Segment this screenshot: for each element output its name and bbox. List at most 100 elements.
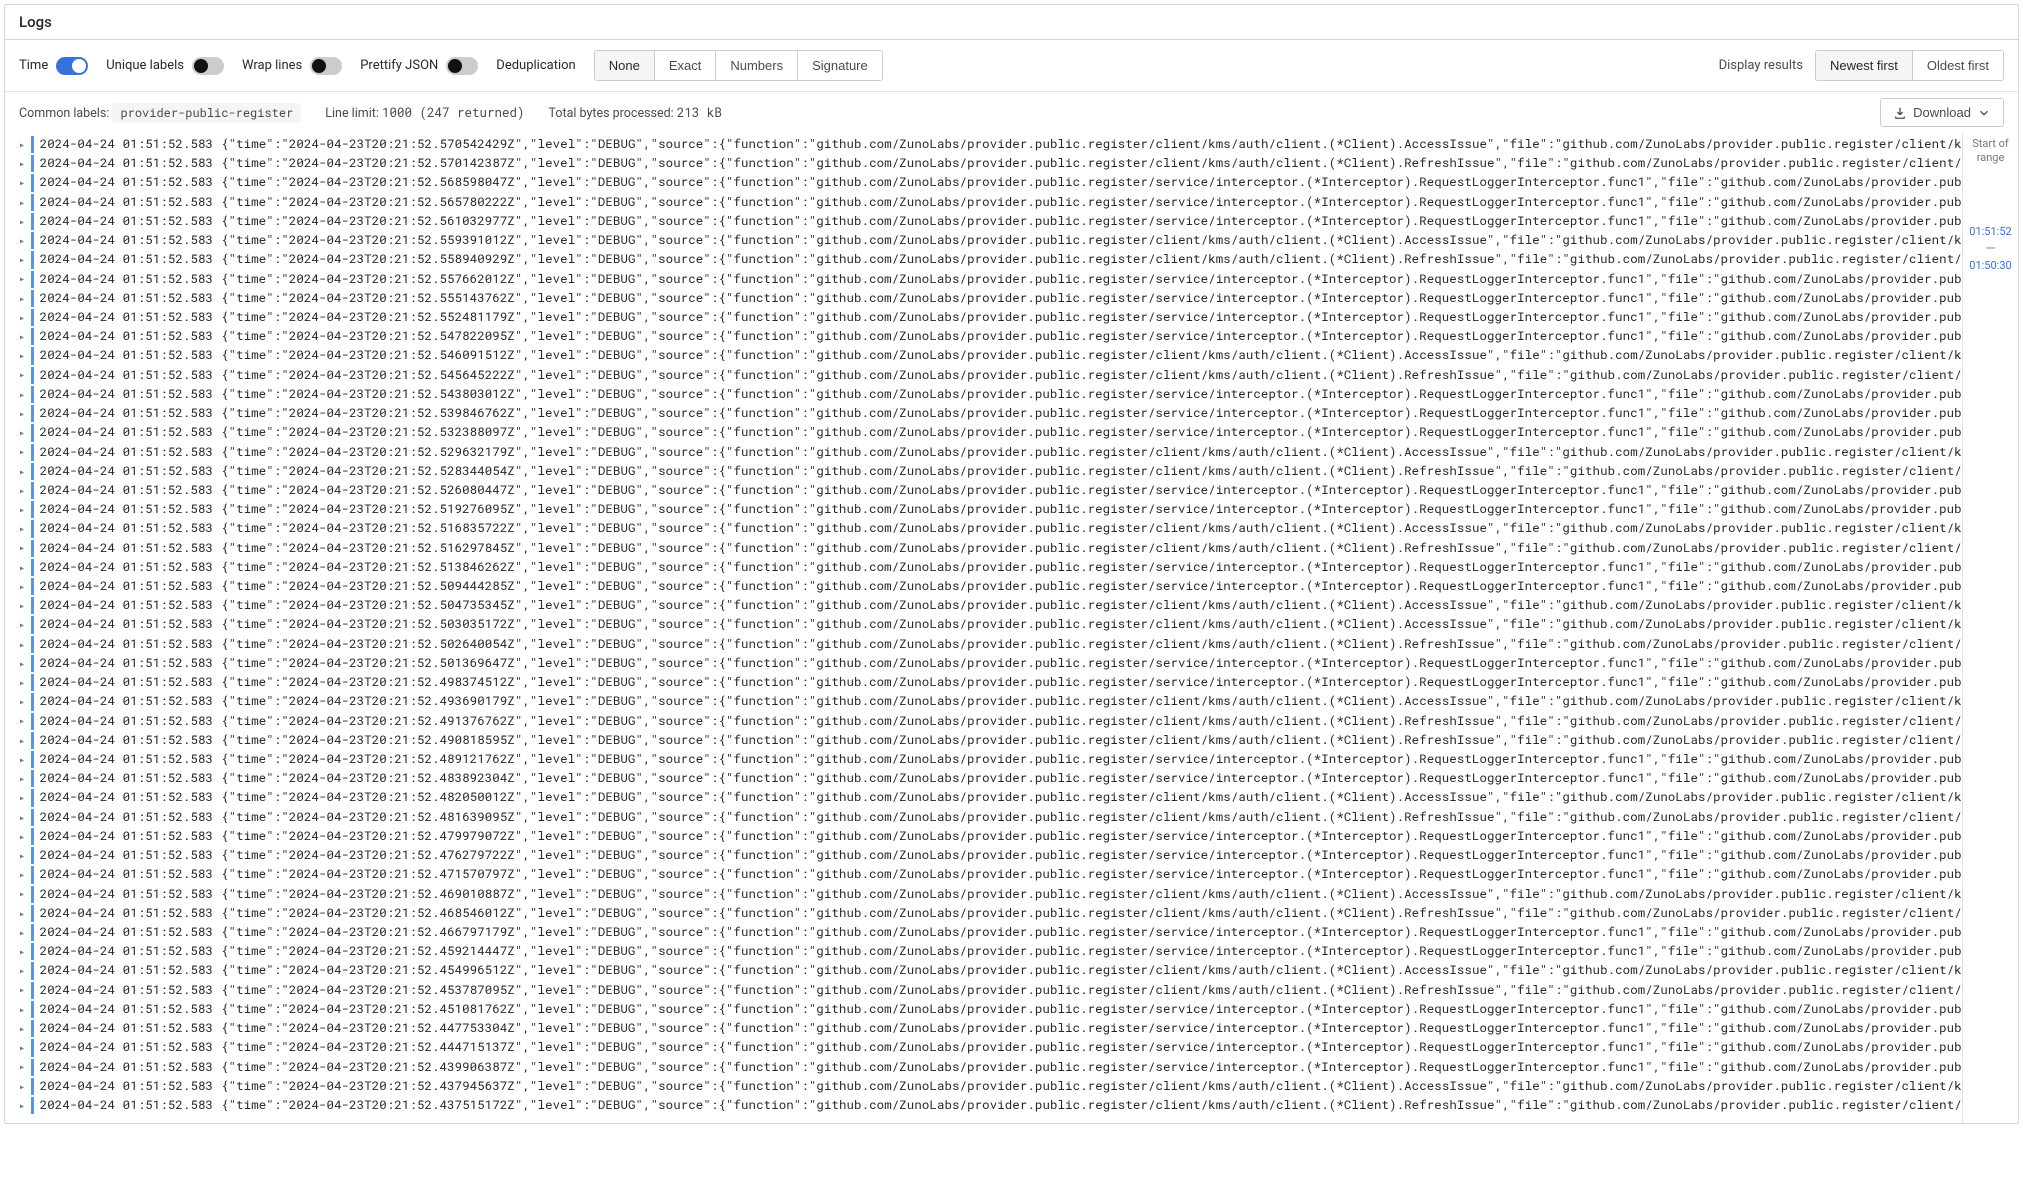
log-row[interactable]: ▸2024-04-24 01:51:52.583{"time":"2024-04…	[19, 327, 1962, 346]
log-row[interactable]: ▸2024-04-24 01:51:52.583{"time":"2024-04…	[19, 135, 1962, 154]
expand-caret-icon[interactable]: ▸	[19, 982, 29, 998]
expand-caret-icon[interactable]: ▸	[19, 521, 29, 537]
log-row[interactable]: ▸2024-04-24 01:51:52.583{"time":"2024-04…	[19, 923, 1962, 942]
expand-caret-icon[interactable]: ▸	[19, 387, 29, 403]
expand-caret-icon[interactable]: ▸	[19, 195, 29, 211]
expand-caret-icon[interactable]: ▸	[19, 810, 29, 826]
expand-caret-icon[interactable]: ▸	[19, 291, 29, 307]
expand-caret-icon[interactable]: ▸	[19, 906, 29, 922]
expand-caret-icon[interactable]: ▸	[19, 1059, 29, 1075]
log-row[interactable]: ▸2024-04-24 01:51:52.583{"time":"2024-04…	[19, 827, 1962, 846]
order-option-newest-first[interactable]: Newest first	[1816, 51, 1912, 80]
expand-caret-icon[interactable]: ▸	[19, 560, 29, 576]
log-row[interactable]: ▸2024-04-24 01:51:52.583{"time":"2024-04…	[19, 558, 1962, 577]
expand-caret-icon[interactable]: ▸	[19, 1079, 29, 1095]
download-button[interactable]: Download	[1880, 98, 2004, 127]
log-row[interactable]: ▸2024-04-24 01:51:52.583{"time":"2024-04…	[19, 346, 1962, 365]
log-row[interactable]: ▸2024-04-24 01:51:52.583{"time":"2024-04…	[19, 769, 1962, 788]
expand-caret-icon[interactable]: ▸	[19, 1021, 29, 1037]
expand-caret-icon[interactable]: ▸	[19, 1098, 29, 1114]
expand-caret-icon[interactable]: ▸	[19, 1040, 29, 1056]
expand-caret-icon[interactable]: ▸	[19, 694, 29, 710]
log-row[interactable]: ▸2024-04-24 01:51:52.583{"time":"2024-04…	[19, 308, 1962, 327]
log-row[interactable]: ▸2024-04-24 01:51:52.583{"time":"2024-04…	[19, 712, 1962, 731]
common-labels-chip[interactable]: provider-public-register	[112, 103, 301, 123]
log-row[interactable]: ▸2024-04-24 01:51:52.583{"time":"2024-04…	[19, 231, 1962, 250]
log-row[interactable]: ▸2024-04-24 01:51:52.583{"time":"2024-04…	[19, 577, 1962, 596]
log-row[interactable]: ▸2024-04-24 01:51:52.583{"time":"2024-04…	[19, 481, 1962, 500]
toggle-unique-switch[interactable]	[192, 57, 224, 75]
log-row[interactable]: ▸2024-04-24 01:51:52.583{"time":"2024-04…	[19, 942, 1962, 961]
log-row[interactable]: ▸2024-04-24 01:51:52.583{"time":"2024-04…	[19, 788, 1962, 807]
expand-caret-icon[interactable]: ▸	[19, 1002, 29, 1018]
expand-caret-icon[interactable]: ▸	[19, 617, 29, 633]
toggle-time-switch[interactable]	[56, 57, 88, 75]
expand-caret-icon[interactable]: ▸	[19, 502, 29, 518]
log-row[interactable]: ▸2024-04-24 01:51:52.583{"time":"2024-04…	[19, 635, 1962, 654]
expand-caret-icon[interactable]: ▸	[19, 733, 29, 749]
log-row[interactable]: ▸2024-04-24 01:51:52.583{"time":"2024-04…	[19, 289, 1962, 308]
expand-caret-icon[interactable]: ▸	[19, 483, 29, 499]
expand-caret-icon[interactable]: ▸	[19, 367, 29, 383]
log-row[interactable]: ▸2024-04-24 01:51:52.583{"time":"2024-04…	[19, 846, 1962, 865]
log-row[interactable]: ▸2024-04-24 01:51:52.583{"time":"2024-04…	[19, 539, 1962, 558]
log-row[interactable]: ▸2024-04-24 01:51:52.583{"time":"2024-04…	[19, 1000, 1962, 1019]
expand-caret-icon[interactable]: ▸	[19, 771, 29, 787]
expand-caret-icon[interactable]: ▸	[19, 867, 29, 883]
log-row[interactable]: ▸2024-04-24 01:51:52.583{"time":"2024-04…	[19, 654, 1962, 673]
log-row[interactable]: ▸2024-04-24 01:51:52.583{"time":"2024-04…	[19, 692, 1962, 711]
log-lines[interactable]: ▸2024-04-24 01:51:52.583{"time":"2024-04…	[5, 133, 1962, 1123]
dedup-option-numbers[interactable]: Numbers	[715, 51, 797, 80]
expand-caret-icon[interactable]: ▸	[19, 752, 29, 768]
log-row[interactable]: ▸2024-04-24 01:51:52.583{"time":"2024-04…	[19, 212, 1962, 231]
dedup-option-none[interactable]: None	[595, 51, 654, 80]
expand-caret-icon[interactable]: ▸	[19, 348, 29, 364]
log-row[interactable]: ▸2024-04-24 01:51:52.583{"time":"2024-04…	[19, 1019, 1962, 1038]
dedup-option-signature[interactable]: Signature	[797, 51, 882, 80]
toggle-prettify-switch[interactable]	[446, 57, 478, 75]
log-row[interactable]: ▸2024-04-24 01:51:52.583{"time":"2024-04…	[19, 904, 1962, 923]
expand-caret-icon[interactable]: ▸	[19, 713, 29, 729]
log-row[interactable]: ▸2024-04-24 01:51:52.583{"time":"2024-04…	[19, 673, 1962, 692]
log-row[interactable]: ▸2024-04-24 01:51:52.583{"time":"2024-04…	[19, 961, 1962, 980]
log-row[interactable]: ▸2024-04-24 01:51:52.583{"time":"2024-04…	[19, 250, 1962, 269]
toggle-wrap-switch[interactable]	[310, 57, 342, 75]
log-row[interactable]: ▸2024-04-24 01:51:52.583{"time":"2024-04…	[19, 193, 1962, 212]
order-option-oldest-first[interactable]: Oldest first	[1912, 51, 2003, 80]
log-row[interactable]: ▸2024-04-24 01:51:52.583{"time":"2024-04…	[19, 154, 1962, 173]
log-row[interactable]: ▸2024-04-24 01:51:52.583{"time":"2024-04…	[19, 981, 1962, 1000]
log-row[interactable]: ▸2024-04-24 01:51:52.583{"time":"2024-04…	[19, 1096, 1962, 1115]
log-row[interactable]: ▸2024-04-24 01:51:52.583{"time":"2024-04…	[19, 423, 1962, 442]
log-row[interactable]: ▸2024-04-24 01:51:52.583{"time":"2024-04…	[19, 1077, 1962, 1096]
expand-caret-icon[interactable]: ▸	[19, 579, 29, 595]
expand-caret-icon[interactable]: ▸	[19, 137, 29, 153]
expand-caret-icon[interactable]: ▸	[19, 637, 29, 653]
expand-caret-icon[interactable]: ▸	[19, 925, 29, 941]
log-row[interactable]: ▸2024-04-24 01:51:52.583{"time":"2024-04…	[19, 443, 1962, 462]
expand-caret-icon[interactable]: ▸	[19, 310, 29, 326]
log-row[interactable]: ▸2024-04-24 01:51:52.583{"time":"2024-04…	[19, 865, 1962, 884]
log-row[interactable]: ▸2024-04-24 01:51:52.583{"time":"2024-04…	[19, 596, 1962, 615]
minimap[interactable]: Start of range 01:51:52 — 01:50:30	[1962, 133, 2018, 1123]
log-row[interactable]: ▸2024-04-24 01:51:52.583{"time":"2024-04…	[19, 808, 1962, 827]
expand-caret-icon[interactable]: ▸	[19, 790, 29, 806]
log-row[interactable]: ▸2024-04-24 01:51:52.583{"time":"2024-04…	[19, 500, 1962, 519]
log-row[interactable]: ▸2024-04-24 01:51:52.583{"time":"2024-04…	[19, 404, 1962, 423]
expand-caret-icon[interactable]: ▸	[19, 271, 29, 287]
expand-caret-icon[interactable]: ▸	[19, 214, 29, 230]
log-row[interactable]: ▸2024-04-24 01:51:52.583{"time":"2024-04…	[19, 885, 1962, 904]
expand-caret-icon[interactable]: ▸	[19, 829, 29, 845]
expand-caret-icon[interactable]: ▸	[19, 406, 29, 422]
expand-caret-icon[interactable]: ▸	[19, 944, 29, 960]
expand-caret-icon[interactable]: ▸	[19, 848, 29, 864]
log-row[interactable]: ▸2024-04-24 01:51:52.583{"time":"2024-04…	[19, 731, 1962, 750]
log-row[interactable]: ▸2024-04-24 01:51:52.583{"time":"2024-04…	[19, 519, 1962, 538]
expand-caret-icon[interactable]: ▸	[19, 233, 29, 249]
expand-caret-icon[interactable]: ▸	[19, 656, 29, 672]
log-row[interactable]: ▸2024-04-24 01:51:52.583{"time":"2024-04…	[19, 1038, 1962, 1057]
expand-caret-icon[interactable]: ▸	[19, 675, 29, 691]
expand-caret-icon[interactable]: ▸	[19, 444, 29, 460]
log-row[interactable]: ▸2024-04-24 01:51:52.583{"time":"2024-04…	[19, 270, 1962, 289]
expand-caret-icon[interactable]: ▸	[19, 156, 29, 172]
log-row[interactable]: ▸2024-04-24 01:51:52.583{"time":"2024-04…	[19, 385, 1962, 404]
